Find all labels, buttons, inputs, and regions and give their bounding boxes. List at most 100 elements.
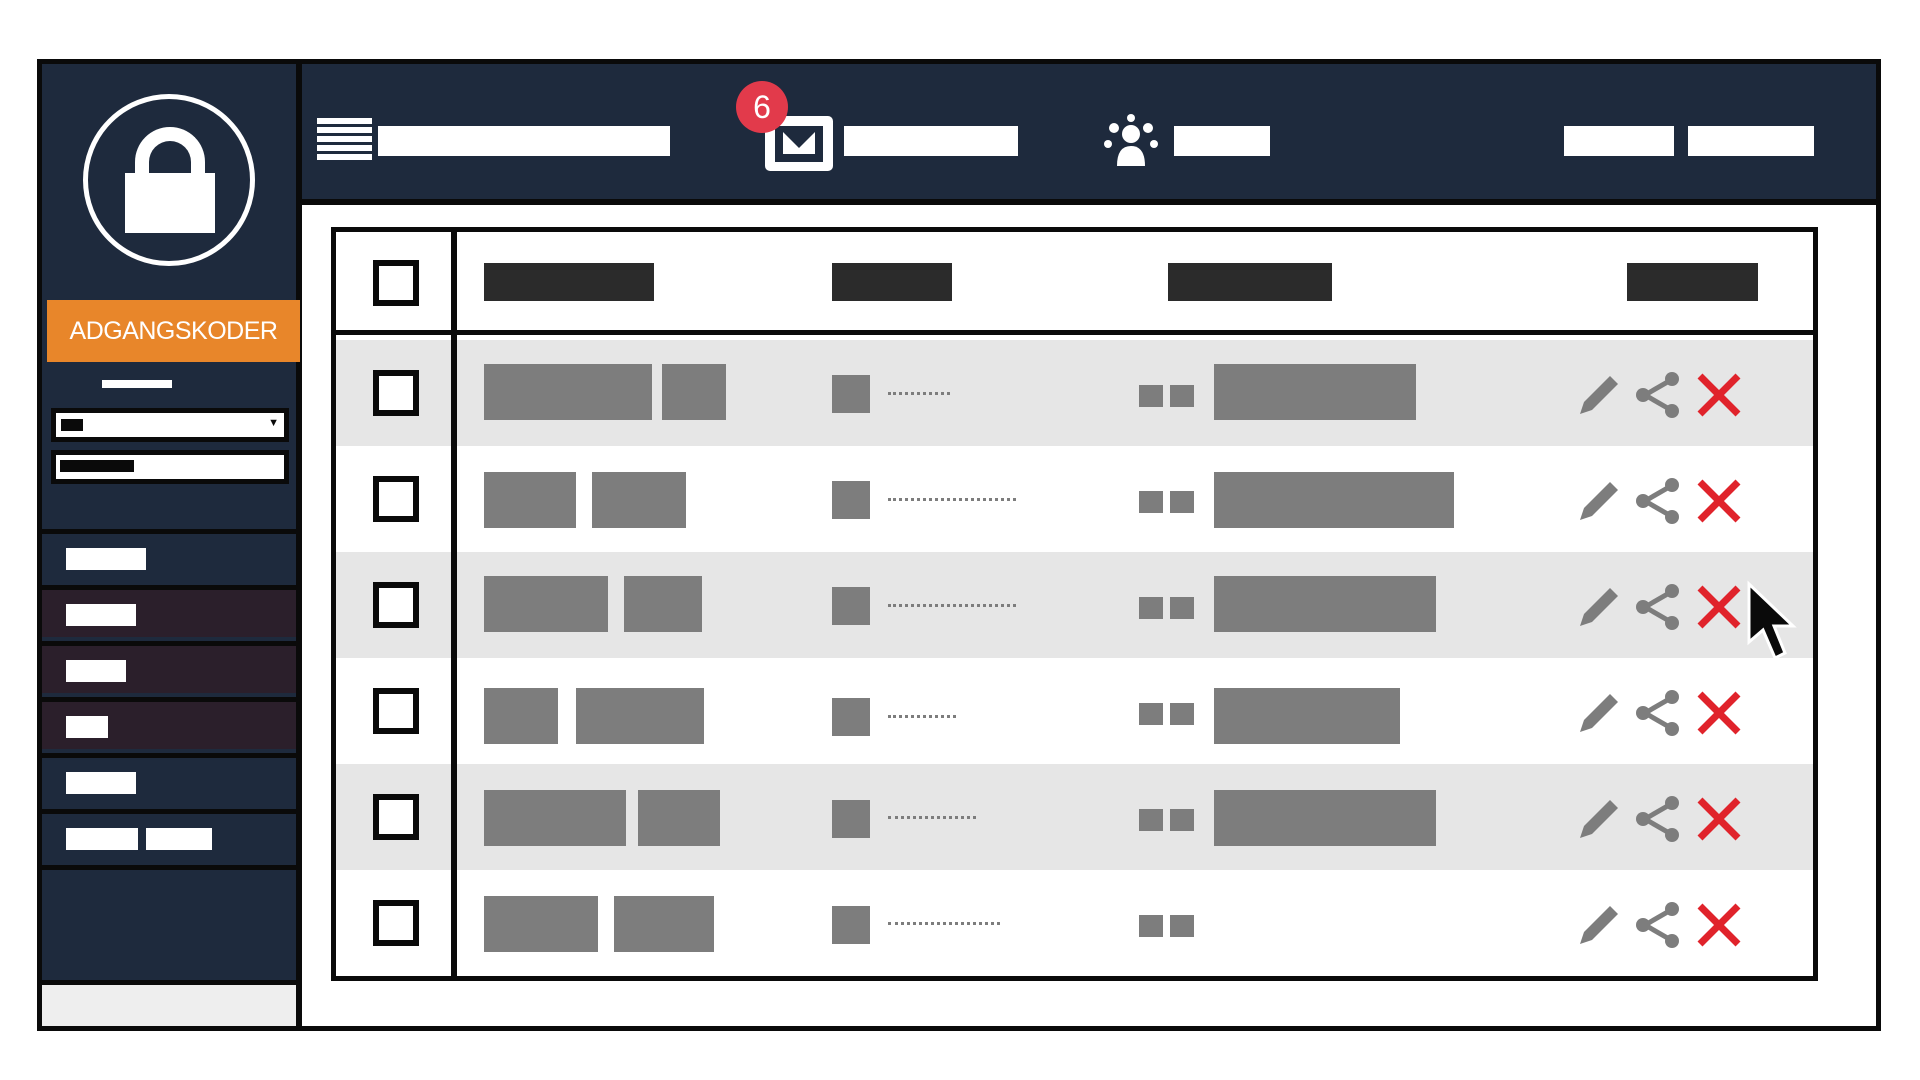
- nav-label-list[interactable]: [378, 126, 670, 156]
- user-icon: [1139, 597, 1163, 619]
- pencil-icon[interactable]: [1574, 476, 1624, 526]
- shared-with: [1214, 576, 1436, 632]
- user-icon: [1139, 491, 1163, 513]
- header-link-2[interactable]: [1688, 126, 1814, 156]
- entry-name: [484, 576, 608, 632]
- pencil-icon[interactable]: [1574, 370, 1624, 420]
- pencil-icon[interactable]: [1574, 900, 1624, 950]
- sidebar-item-label: [146, 828, 212, 850]
- user-icon: [1139, 703, 1163, 725]
- user-icon: [1170, 915, 1194, 937]
- search-input[interactable]: [51, 450, 289, 484]
- select-all-checkbox[interactable]: [373, 260, 419, 306]
- row-checkbox[interactable]: [373, 794, 419, 840]
- people-icon[interactable]: [1102, 114, 1160, 172]
- header: 6: [302, 64, 1876, 205]
- row-checkbox[interactable]: [373, 476, 419, 522]
- entry-name: [484, 688, 558, 744]
- share-icon[interactable]: [1633, 900, 1683, 950]
- search-input-value: [60, 460, 134, 472]
- table-row[interactable]: [336, 870, 1813, 976]
- shared-with: [1214, 364, 1416, 420]
- sidebar-footer: [42, 980, 296, 1026]
- sidebar-item-label: [66, 604, 136, 626]
- entry-name: [638, 790, 720, 846]
- pencil-icon[interactable]: [1574, 688, 1624, 738]
- close-icon[interactable]: [1694, 476, 1744, 526]
- entry-name: [614, 896, 714, 952]
- pencil-icon[interactable]: [1574, 582, 1624, 632]
- entry-name: [662, 364, 726, 420]
- entry-name: [484, 364, 652, 420]
- column-divider: [451, 232, 457, 976]
- sidebar-item-5[interactable]: [42, 753, 296, 805]
- row-checkbox[interactable]: [373, 900, 419, 946]
- column-header-name[interactable]: [484, 263, 654, 301]
- masked-password: [888, 498, 1016, 501]
- row-checkbox[interactable]: [373, 582, 419, 628]
- row-checkbox[interactable]: [373, 688, 419, 734]
- key-icon: [832, 375, 870, 413]
- shared-with: [1214, 790, 1436, 846]
- table-header: [336, 232, 1813, 335]
- lock-icon: [83, 94, 255, 266]
- entry-name: [484, 896, 598, 952]
- close-icon[interactable]: [1694, 794, 1744, 844]
- column-header-shared[interactable]: [1168, 263, 1332, 301]
- sidebar: ADGANGSKODER ▼: [42, 64, 302, 1026]
- sidebar-item-label: [66, 828, 138, 850]
- close-icon[interactable]: [1694, 582, 1744, 632]
- unread-badge: 6: [736, 81, 788, 133]
- row-checkbox[interactable]: [373, 370, 419, 416]
- sidebar-item-2[interactable]: [42, 585, 296, 637]
- share-icon[interactable]: [1633, 370, 1683, 420]
- share-icon[interactable]: [1633, 582, 1683, 632]
- user-icon: [1170, 491, 1194, 513]
- column-header-password[interactable]: [832, 263, 952, 301]
- share-icon[interactable]: [1633, 688, 1683, 738]
- user-icon: [1170, 809, 1194, 831]
- password-table: [331, 227, 1818, 981]
- pencil-icon[interactable]: [1574, 794, 1624, 844]
- sidebar-spacer: [42, 865, 296, 980]
- user-icon: [1170, 703, 1194, 725]
- table-row[interactable]: [336, 340, 1813, 446]
- app-window: ADGANGSKODER ▼ 6: [37, 59, 1881, 1031]
- nav-label-messages[interactable]: [844, 126, 1018, 156]
- column-header-actions[interactable]: [1627, 263, 1758, 301]
- sidebar-item-6[interactable]: [42, 809, 296, 861]
- filter-label: [102, 380, 172, 388]
- entry-name: [592, 472, 686, 528]
- filter-panel: ▼: [42, 374, 296, 529]
- list-icon[interactable]: [317, 118, 372, 162]
- sidebar-item-4[interactable]: [42, 697, 296, 749]
- app-title[interactable]: ADGANGSKODER: [47, 300, 300, 362]
- share-icon[interactable]: [1633, 476, 1683, 526]
- close-icon[interactable]: [1694, 688, 1744, 738]
- close-icon[interactable]: [1694, 370, 1744, 420]
- sidebar-item-label: [66, 548, 146, 570]
- nav-label-users[interactable]: [1174, 126, 1270, 156]
- header-link-1[interactable]: [1564, 126, 1674, 156]
- select-value: [61, 419, 83, 431]
- table-row[interactable]: [336, 552, 1813, 658]
- user-icon: [1139, 915, 1163, 937]
- user-icon: [1139, 809, 1163, 831]
- masked-password: [888, 604, 1016, 607]
- share-icon[interactable]: [1633, 794, 1683, 844]
- entry-name: [484, 790, 626, 846]
- sidebar-item-3[interactable]: [42, 641, 296, 693]
- table-row[interactable]: [336, 446, 1813, 552]
- category-select[interactable]: ▼: [51, 408, 289, 442]
- key-icon: [832, 800, 870, 838]
- sidebar-item-1[interactable]: [42, 529, 296, 581]
- table-row[interactable]: [336, 658, 1813, 764]
- sidebar-item-label: [66, 772, 136, 794]
- entry-name: [484, 472, 576, 528]
- close-icon[interactable]: [1694, 900, 1744, 950]
- entry-name: [624, 576, 702, 632]
- entry-name: [576, 688, 704, 744]
- sidebar-item-label: [66, 716, 108, 738]
- table-row[interactable]: [336, 764, 1813, 870]
- shared-with: [1214, 472, 1454, 528]
